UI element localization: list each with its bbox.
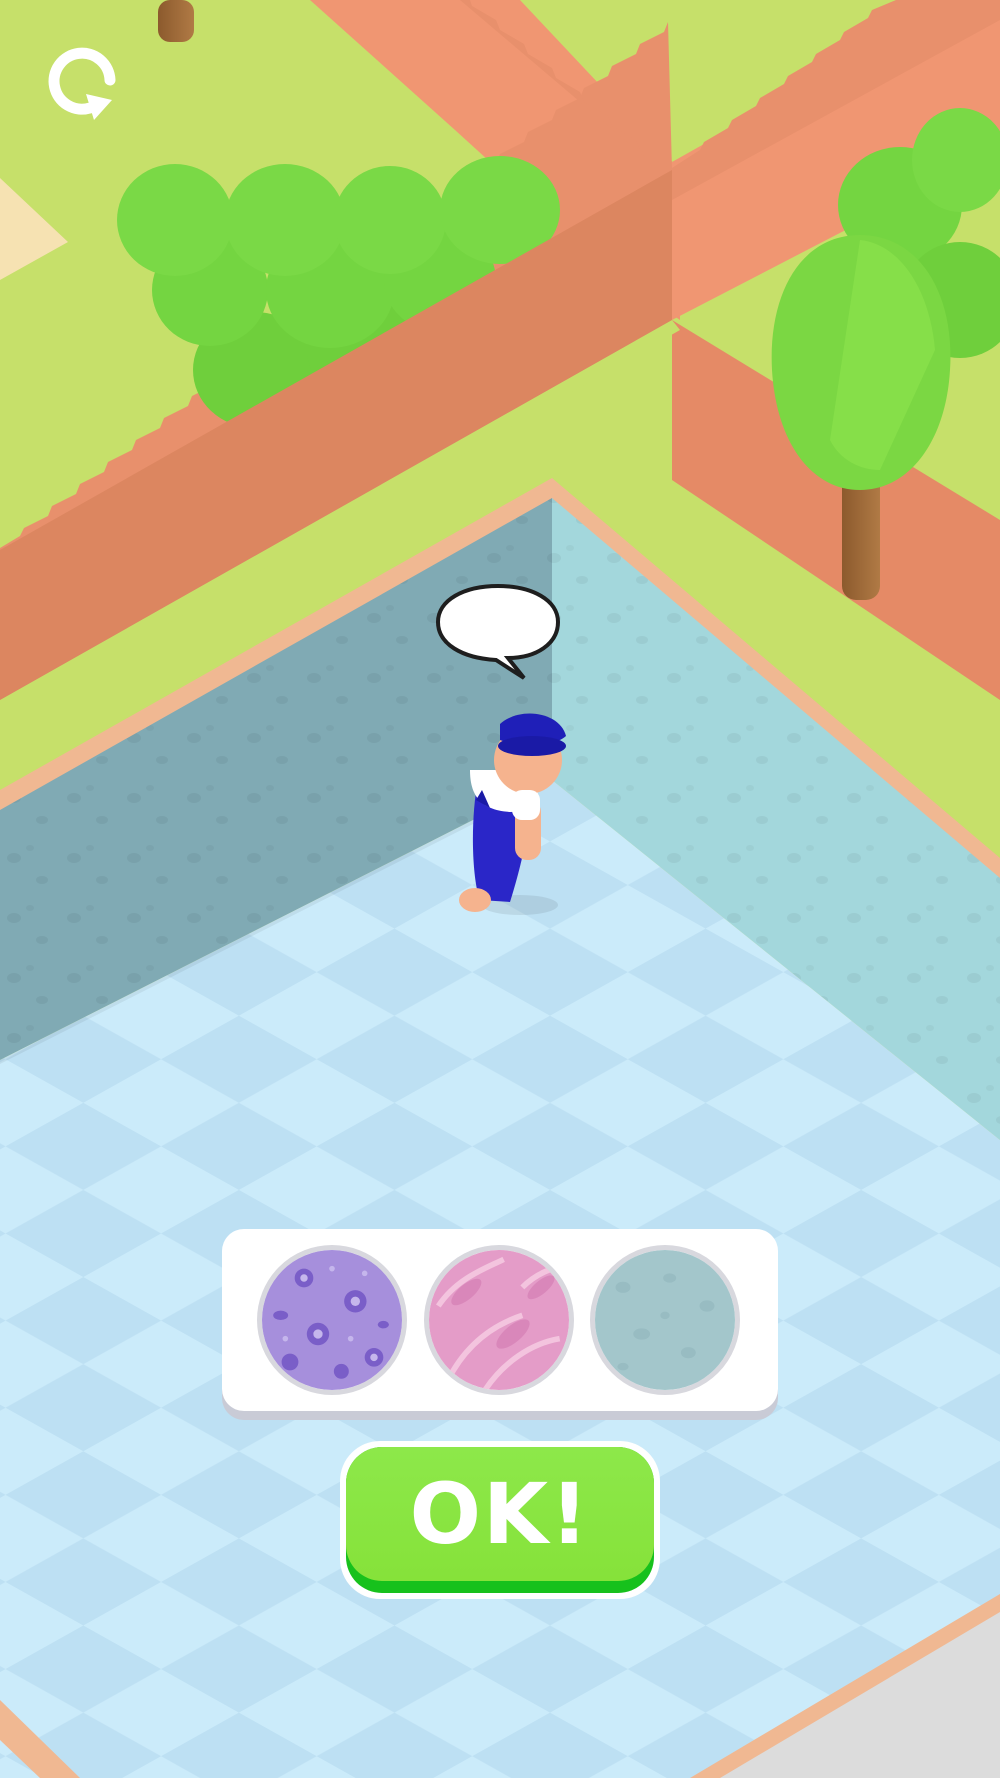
speech-bubble-icon: [435, 583, 561, 680]
swatch-teal-pebble[interactable]: [590, 1245, 740, 1395]
restart-arrow-icon: [48, 47, 116, 120]
ok-button[interactable]: OK!: [340, 1441, 660, 1599]
swatch-pink-leaf[interactable]: [424, 1245, 574, 1395]
ok-button-face: OK!: [346, 1447, 654, 1581]
speech-bubble: [432, 582, 564, 684]
teal-pebble-icon: [595, 1250, 735, 1390]
game-screen: OK!: [0, 0, 1000, 1778]
pink-leaf-icon: [429, 1250, 569, 1390]
swatch-purple-floral[interactable]: [257, 1245, 407, 1395]
ok-button-shadow: OK!: [346, 1447, 654, 1593]
ok-button-label: OK!: [409, 1465, 591, 1563]
wallpaper-picker: [222, 1229, 778, 1411]
restart-button[interactable]: [40, 38, 130, 128]
purple-floral-icon: [262, 1250, 402, 1390]
tree-trunk-icon: [158, 0, 194, 42]
